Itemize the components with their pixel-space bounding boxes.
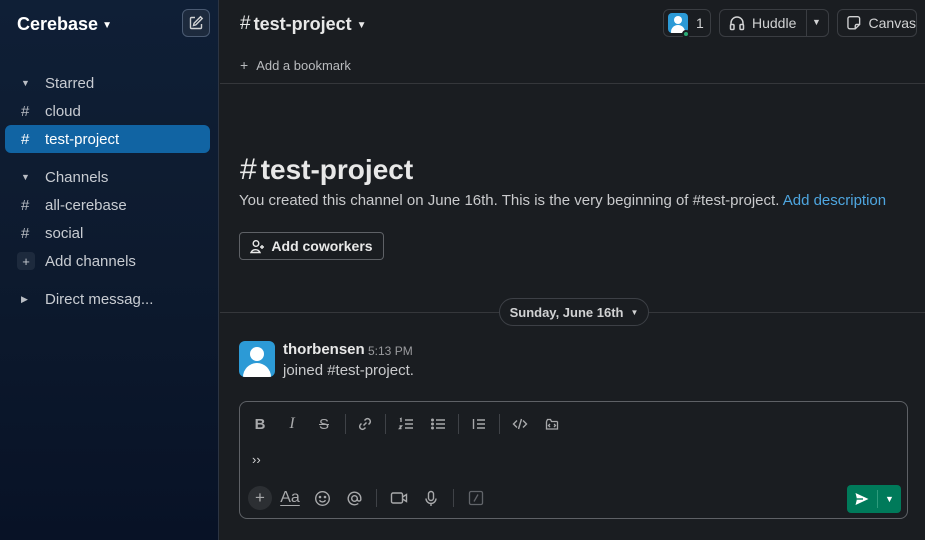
blockquote-icon[interactable] (467, 412, 491, 436)
section-label: Starred (45, 74, 95, 92)
workspace-switcher[interactable]: Cerebase ▼ (17, 12, 112, 36)
canvas-icon (847, 15, 861, 30)
chevron-down-icon: ▼ (102, 19, 112, 31)
send-icon (855, 493, 869, 505)
plus-icon: + (17, 252, 35, 270)
bookmark-label: Add a bookmark (256, 57, 351, 73)
canvas-label: Canvas (868, 15, 916, 31)
emoji-icon[interactable] (310, 486, 334, 510)
ordered-list-icon[interactable] (394, 412, 418, 436)
sidebar-item-social[interactable]: # social (5, 219, 210, 247)
hash-icon: # (21, 224, 30, 242)
caret-right-icon: ▶ (21, 293, 28, 304)
attach-plus-icon[interactable]: + (248, 486, 272, 510)
hash-icon: # (21, 196, 30, 214)
chevron-down-icon: ▼ (630, 307, 639, 317)
date-label: Sunday, June 16th (509, 304, 624, 320)
workspace-name: Cerebase (17, 13, 99, 34)
link-icon[interactable] (353, 412, 377, 436)
sidebar: Cerebase ▼ ▼ Starred # cloud # test-proj… (0, 0, 219, 540)
chevron-down-icon[interactable]: ▼ (812, 17, 821, 27)
sidebar-item-cloud[interactable]: # cloud (5, 97, 210, 125)
section-channels[interactable]: ▼ Channels (5, 163, 210, 191)
bold-icon[interactable]: B (248, 412, 272, 436)
channel-intro-title: # test-project (240, 152, 413, 188)
online-status-icon (682, 30, 690, 38)
caret-down-icon: ▼ (21, 172, 30, 182)
header-divider (220, 83, 925, 84)
member-count: 1 (696, 15, 704, 31)
message-author[interactable]: thorbensen (283, 341, 365, 358)
add-channels-button[interactable]: + Add channels (5, 247, 210, 275)
compose-icon (189, 15, 204, 30)
add-channels-label: Add channels (45, 252, 136, 270)
sidebar-item-label: test-project (45, 130, 120, 148)
add-bookmark-button[interactable]: + Add a bookmark (240, 56, 351, 74)
formatting-icon[interactable]: Aa (278, 486, 302, 510)
message-text: joined #test-project. (283, 362, 414, 379)
channel-name: test-project (253, 13, 352, 34)
add-person-icon (250, 239, 265, 253)
microphone-icon[interactable] (419, 486, 443, 510)
chevron-down-icon: ▼ (356, 19, 367, 31)
intro-channel-ref: test-project. (701, 192, 780, 209)
caret-down-icon: ▼ (21, 78, 30, 88)
section-direct-messages[interactable]: ▶ Direct messag... (5, 285, 210, 313)
channel-intro-text: You created this channel on June 16th. T… (239, 192, 886, 209)
huddle-label: Huddle (752, 15, 797, 31)
slash-command-icon[interactable] (464, 486, 488, 510)
hash-icon: # (692, 192, 701, 209)
intro-channel-name: test-project (260, 154, 414, 185)
section-label: Direct messag... (45, 290, 154, 308)
code-icon[interactable] (508, 412, 532, 436)
intro-text-prefix: You created this channel on June 16th. T… (239, 192, 689, 209)
strikethrough-icon[interactable]: S (312, 412, 336, 436)
sidebar-item-label: social (45, 224, 84, 242)
bullet-list-icon[interactable] (426, 412, 450, 436)
sidebar-item-all-cerebase[interactable]: # all-cerebase (5, 191, 210, 219)
huddle-button[interactable]: Huddle ▼ (719, 9, 829, 37)
section-label: Channels (45, 168, 109, 186)
send-button-group: ▼ (847, 485, 901, 513)
message-composer: B I S ›› + Aa ▼ (239, 401, 908, 519)
channel-view: # test-project ▼ 1 Huddle ▼ Canvas + Add… (220, 0, 925, 540)
video-icon[interactable] (387, 486, 411, 510)
hash-icon: # (240, 153, 257, 186)
chevron-down-icon[interactable]: ▼ (878, 485, 901, 513)
hash-icon: # (240, 13, 251, 34)
italic-icon[interactable]: I (280, 412, 304, 436)
sidebar-item-label: all-cerebase (45, 196, 127, 214)
add-coworkers-label: Add coworkers (271, 238, 373, 254)
channel-title-button[interactable]: # test-project ▼ (240, 12, 367, 36)
sidebar-item-test-project[interactable]: # test-project (5, 125, 210, 153)
add-coworkers-button[interactable]: Add coworkers (239, 232, 384, 260)
mention-icon[interactable] (342, 486, 366, 510)
send-button[interactable] (847, 485, 877, 513)
date-divider-button[interactable]: Sunday, June 16th ▼ (499, 298, 649, 326)
hash-icon: # (21, 130, 30, 148)
add-description-link[interactable]: Add description (783, 192, 886, 209)
code-block-icon[interactable] (540, 412, 564, 436)
members-button[interactable]: 1 (663, 9, 711, 38)
sidebar-item-label: cloud (45, 102, 81, 120)
message-timestamp[interactable]: 5:13 PM (368, 344, 413, 358)
compose-button[interactable] (182, 9, 210, 37)
message-input[interactable]: ›› (252, 452, 261, 467)
plus-icon: + (240, 57, 249, 73)
section-starred[interactable]: ▼ Starred (5, 69, 210, 97)
avatar[interactable] (239, 341, 275, 377)
hash-icon: # (21, 102, 30, 120)
headphones-icon (729, 16, 745, 31)
canvas-button[interactable]: Canvas (837, 9, 917, 37)
